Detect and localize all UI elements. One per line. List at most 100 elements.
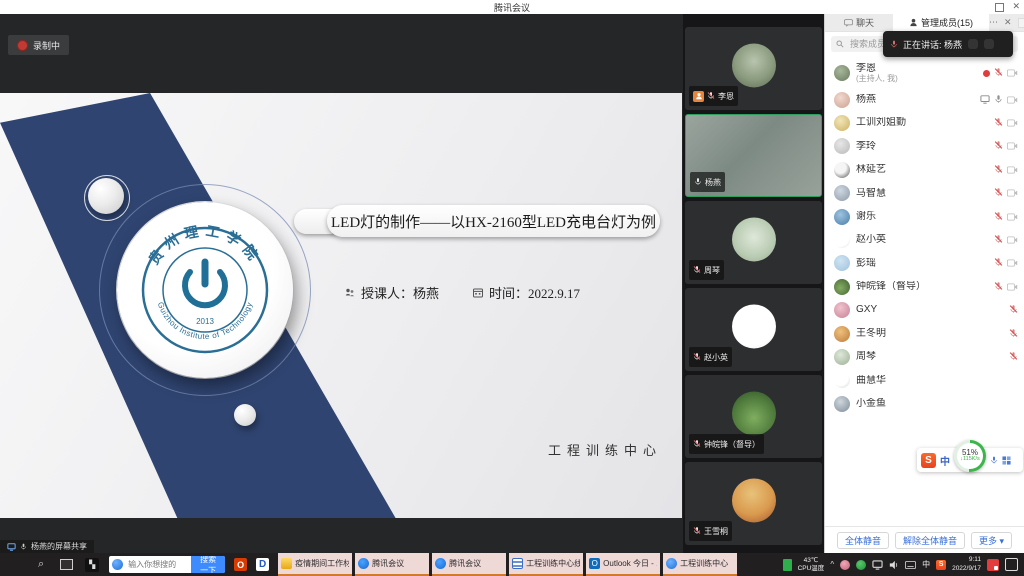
member-text: 周琴 bbox=[856, 351, 1003, 363]
member-row[interactable]: 曲慧华 bbox=[825, 369, 1024, 392]
taskbar-search-input[interactable] bbox=[126, 559, 191, 570]
action-center-icon[interactable] bbox=[1005, 558, 1018, 571]
taskbar-app-button[interactable]: 腾讯会议 bbox=[432, 553, 506, 576]
video-thumbnail[interactable]: 赵小英 bbox=[685, 288, 822, 371]
mic-off-icon[interactable] bbox=[994, 208, 1003, 226]
video-thumbnail[interactable]: 李恩 bbox=[685, 27, 822, 110]
widget-grid-icon[interactable] bbox=[1002, 456, 1011, 465]
member-row[interactable]: 周琴 bbox=[825, 345, 1024, 368]
folder-yellow-icon bbox=[281, 558, 292, 569]
start-button[interactable] bbox=[10, 559, 22, 571]
tray-keyboard-icon[interactable] bbox=[905, 561, 916, 569]
member-row[interactable]: 钟皖锋（督导） bbox=[825, 275, 1024, 298]
cam-icon[interactable] bbox=[1007, 161, 1018, 179]
cam-icon[interactable] bbox=[1007, 114, 1018, 132]
mic-off-icon[interactable] bbox=[994, 64, 1003, 82]
restore-window-icon[interactable] bbox=[995, 3, 1004, 12]
taskbar-app-button[interactable]: 腾讯会议 bbox=[355, 553, 429, 576]
tab-manage-members[interactable]: 管理成员(15) bbox=[893, 14, 989, 31]
toast-decoration bbox=[984, 39, 994, 49]
panel-more-icon[interactable]: ⋯ bbox=[989, 17, 998, 28]
tray-user-icon[interactable] bbox=[840, 560, 850, 570]
mute-all-button[interactable]: 全体静音 bbox=[837, 532, 889, 549]
tray-monitor-icon[interactable] bbox=[872, 560, 883, 570]
member-row[interactable]: 李玲 bbox=[825, 135, 1024, 158]
widget-mic-icon[interactable] bbox=[990, 455, 998, 465]
tray-shield-icon[interactable] bbox=[856, 560, 866, 570]
taskbar-app-button[interactable]: Outlook 今日 - .. bbox=[586, 553, 660, 576]
member-row[interactable]: 工训刘姐勤 bbox=[825, 111, 1024, 134]
cam-icon[interactable] bbox=[1007, 184, 1018, 202]
cam-icon[interactable] bbox=[1007, 208, 1018, 226]
sogou-input-icon[interactable]: S bbox=[921, 453, 936, 468]
thumbnail-label: 王雪桐 bbox=[689, 521, 732, 541]
mic-off-icon[interactable] bbox=[994, 114, 1003, 132]
mic-off-icon[interactable] bbox=[994, 184, 1003, 202]
taskbar-app-label: 工程训练中心线.. bbox=[526, 558, 580, 569]
taskbar-app-button[interactable]: 工程训练中心 bbox=[663, 553, 737, 576]
member-row[interactable]: 马智慧 bbox=[825, 182, 1024, 205]
video-thumbnail[interactable]: 王雪桐 bbox=[685, 462, 822, 545]
office-app-icon[interactable]: O bbox=[234, 558, 247, 571]
mic-on-icon[interactable] bbox=[994, 91, 1003, 109]
speaking-toast: 正在讲话: 杨燕 bbox=[883, 31, 1013, 57]
cpu-temp-indicator[interactable]: 43℃CPU温度 bbox=[798, 557, 825, 573]
close-window-icon[interactable]: ✕ bbox=[1012, 1, 1020, 12]
unmute-all-button[interactable]: 解除全体静音 bbox=[895, 532, 965, 549]
taskbar-search-icon[interactable]: ⌕ bbox=[38, 558, 44, 571]
taskbar-app-button[interactable]: 疫情期间工作材料 bbox=[278, 553, 352, 576]
pinned-app-icon[interactable]: ▚ bbox=[85, 558, 99, 572]
more-button[interactable]: 更多 ▾ bbox=[971, 532, 1012, 549]
speaking-mic-icon bbox=[890, 39, 898, 49]
member-text: 杨燕 bbox=[856, 94, 974, 106]
cam-icon[interactable] bbox=[1007, 278, 1018, 296]
slide-footer-text: 工程训练中心 bbox=[548, 440, 662, 459]
tray-ime-icon[interactable]: 中 bbox=[922, 559, 930, 570]
mic-off-icon[interactable] bbox=[994, 137, 1003, 155]
pinned-app-icon-2[interactable]: D bbox=[256, 558, 269, 571]
member-row[interactable]: 谢乐 bbox=[825, 205, 1024, 228]
screen-icon[interactable] bbox=[980, 91, 990, 109]
cam-icon[interactable] bbox=[1007, 91, 1018, 109]
mic-off-icon[interactable] bbox=[994, 161, 1003, 179]
member-row[interactable]: 小金鱼 bbox=[825, 392, 1024, 415]
taskbar-search-button[interactable]: 搜索一下 bbox=[191, 556, 225, 573]
cam-icon[interactable] bbox=[1007, 254, 1018, 272]
task-view-icon[interactable] bbox=[60, 559, 73, 570]
member-row[interactable]: 林延艺 bbox=[825, 158, 1024, 181]
tray-expand-icon[interactable]: ^ bbox=[830, 560, 834, 569]
member-row[interactable]: 赵小英 bbox=[825, 228, 1024, 251]
member-row[interactable]: 杨燕 bbox=[825, 88, 1024, 111]
tray-sogou-icon[interactable]: S bbox=[936, 560, 946, 570]
tab-chat[interactable]: 聊天 bbox=[825, 14, 893, 31]
mic-off-icon[interactable] bbox=[994, 278, 1003, 296]
taskbar-app-button[interactable]: 工程训练中心线.. bbox=[509, 553, 583, 576]
member-avatar bbox=[834, 185, 850, 201]
video-thumbnail[interactable]: 钟皖锋（督导） bbox=[685, 375, 822, 458]
panel-close-icon[interactable]: ✕ bbox=[1004, 17, 1012, 28]
video-thumbnail[interactable]: 杨燕 bbox=[685, 114, 822, 197]
mic-off-icon[interactable] bbox=[994, 254, 1003, 272]
panel-detach-icon[interactable] bbox=[1018, 18, 1024, 28]
ime-mode-indicator[interactable]: 中 bbox=[940, 453, 950, 468]
tray-speaker-icon[interactable] bbox=[889, 560, 899, 570]
mic-off-icon[interactable] bbox=[1009, 348, 1018, 366]
mic-off-icon[interactable] bbox=[1009, 301, 1018, 319]
cam-icon[interactable] bbox=[1007, 64, 1018, 82]
window-titlebar: 腾讯会议 ✕ bbox=[0, 0, 1024, 15]
cpu-gauge[interactable]: 51% ↓115K/s bbox=[954, 440, 986, 472]
cam-icon[interactable] bbox=[1007, 231, 1018, 249]
tray-notification-app-icon[interactable] bbox=[987, 559, 999, 571]
member-row[interactable]: GXY bbox=[825, 299, 1024, 322]
member-row[interactable]: 李恩(主持人, 我) bbox=[825, 58, 1024, 88]
cam-icon[interactable] bbox=[1007, 137, 1018, 155]
member-row[interactable]: 彭瑶 bbox=[825, 252, 1024, 275]
mic-off-icon[interactable] bbox=[1009, 325, 1018, 343]
battery-icon[interactable] bbox=[783, 559, 792, 571]
mic-off-icon[interactable] bbox=[994, 231, 1003, 249]
taskbar-clock[interactable]: 9:112022/9/17 bbox=[952, 556, 981, 572]
video-thumbnail[interactable]: 周琴 bbox=[685, 201, 822, 284]
taskbar: ⌕ ▚ 搜索一下 O D 疫情期间工作材料腾讯会议腾讯会议工程训练中心线..Ou… bbox=[0, 553, 1024, 576]
taskbar-search-box[interactable]: 搜索一下 bbox=[109, 556, 225, 573]
member-row[interactable]: 王冬明 bbox=[825, 322, 1024, 345]
